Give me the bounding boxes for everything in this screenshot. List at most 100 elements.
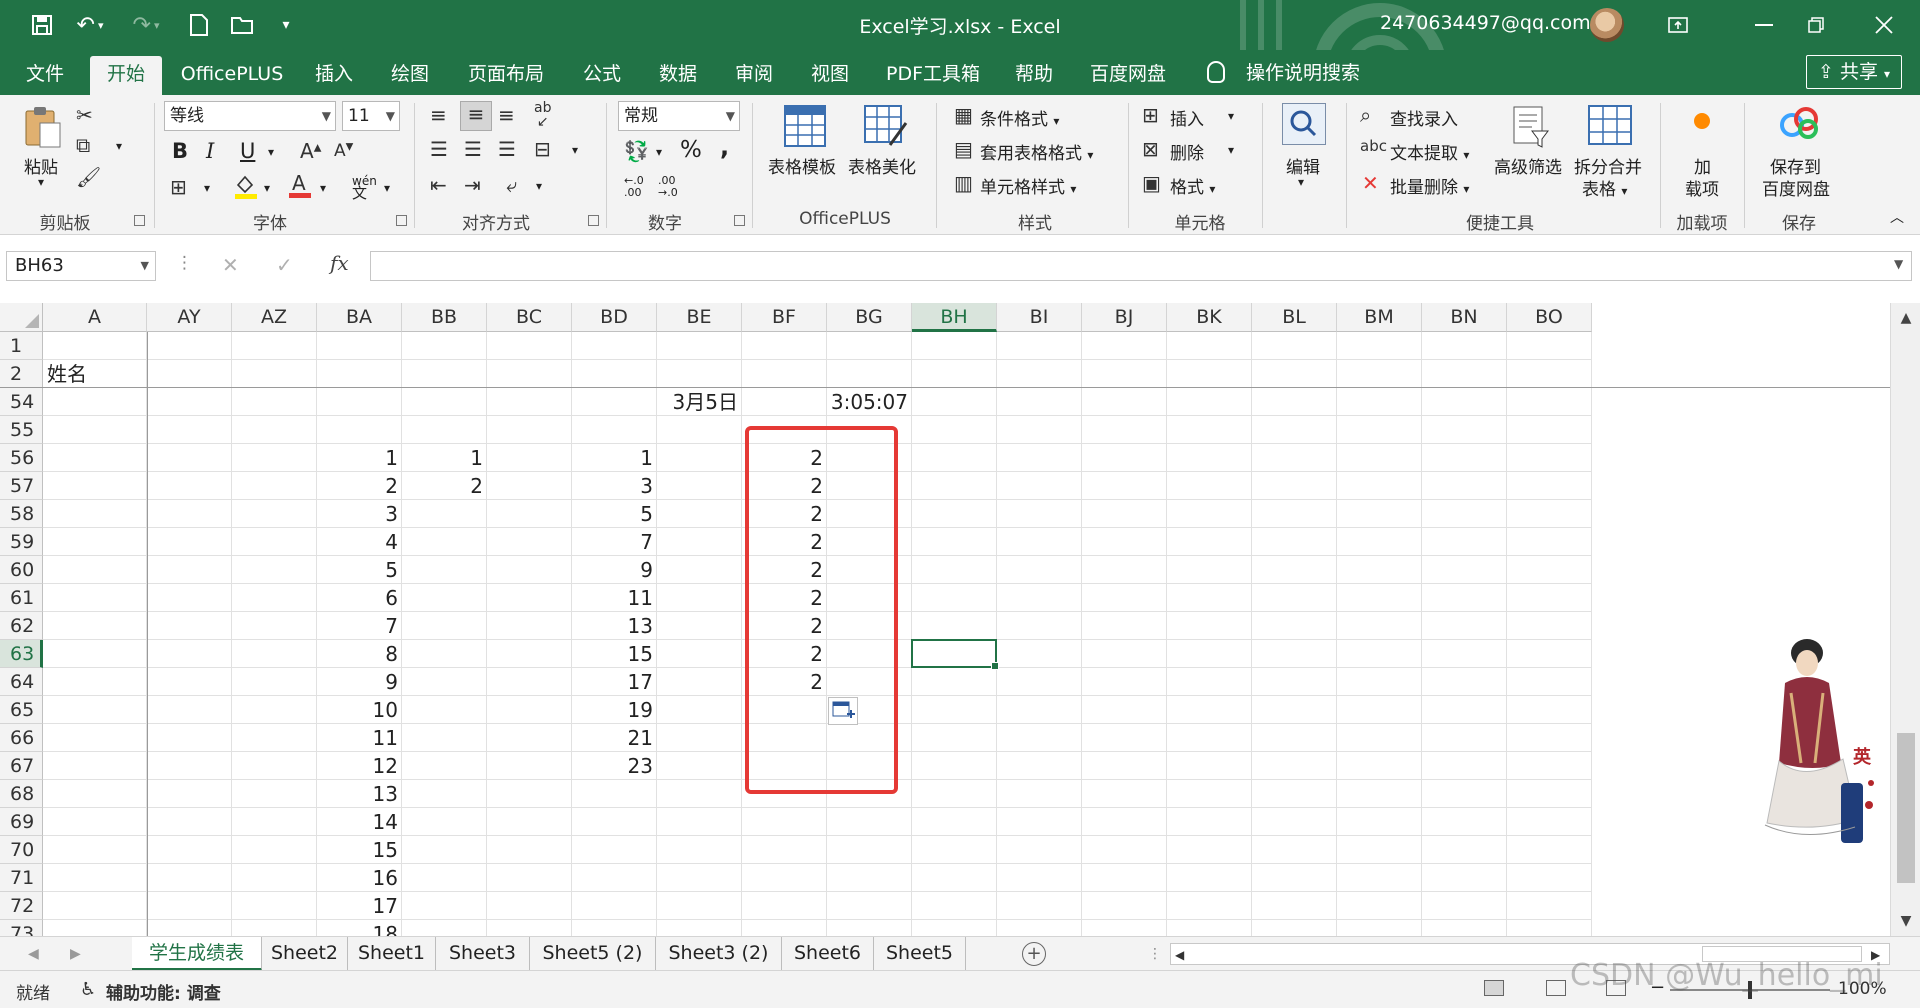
cell-ba67[interactable]: 12 xyxy=(317,752,402,780)
column-header-bj[interactable]: BJ xyxy=(1082,303,1167,332)
row-header-55[interactable]: 55 xyxy=(0,416,43,444)
undo-icon[interactable]: ↶ ▾ xyxy=(70,8,110,42)
column-header-ay[interactable]: AY xyxy=(147,303,232,332)
save-icon[interactable] xyxy=(26,8,58,42)
column-header-bh[interactable]: BH xyxy=(912,303,997,332)
copy-dropdown-icon[interactable]: ▾ xyxy=(116,139,122,153)
alignment-launcher-icon[interactable] xyxy=(588,215,599,226)
tab-baidu-netdisk[interactable]: 百度网盘 xyxy=(1080,56,1176,95)
column-header-bn[interactable]: BN xyxy=(1422,303,1507,332)
row-header-61[interactable]: 61 xyxy=(0,584,43,612)
column-header-be[interactable]: BE xyxy=(657,303,742,332)
avatar[interactable] xyxy=(1590,8,1624,42)
batch-delete-button[interactable]: 批量删除 ▾ xyxy=(1390,173,1469,198)
cell-be54[interactable]: 3月5日 xyxy=(657,388,742,416)
sheet-tab[interactable]: Sheet6 xyxy=(782,937,874,971)
cancel-icon[interactable]: ✕ xyxy=(222,253,239,277)
cell-bd64[interactable]: 17 xyxy=(572,668,657,696)
font-color-icon[interactable]: A xyxy=(288,171,312,204)
insert-dropdown-icon[interactable]: ▾ xyxy=(1228,109,1234,123)
add-sheet-icon[interactable]: + xyxy=(1022,942,1046,966)
row-header-2[interactable]: 2 xyxy=(0,360,43,388)
tab-officeplus[interactable]: OfficePLUS xyxy=(176,56,288,95)
column-header-bg[interactable]: BG xyxy=(827,303,912,332)
align-left-icon[interactable]: ☰ xyxy=(430,137,448,161)
row-header-59[interactable]: 59 xyxy=(0,528,43,556)
cell-ba60[interactable]: 5 xyxy=(317,556,402,584)
column-header-ba[interactable]: BA xyxy=(317,303,402,332)
italic-button[interactable]: I xyxy=(206,139,214,163)
redo-icon[interactable]: ↷ ▾ xyxy=(126,8,166,42)
copy-icon[interactable]: ⧉ xyxy=(76,133,90,157)
row-header-58[interactable]: 58 xyxy=(0,500,43,528)
scroll-up-icon[interactable]: ▲ xyxy=(1895,307,1917,329)
enter-icon[interactable]: ✓ xyxy=(276,253,293,277)
accounting-format-icon[interactable]: 💱 xyxy=(624,139,649,163)
text-extract-button[interactable]: 文本提取 ▾ xyxy=(1390,139,1469,164)
column-header-bo[interactable]: BO xyxy=(1507,303,1592,332)
row-header-69[interactable]: 69 xyxy=(0,808,43,836)
cell-bd58[interactable]: 5 xyxy=(572,500,657,528)
row-header-60[interactable]: 60 xyxy=(0,556,43,584)
cell-ba56[interactable]: 1 xyxy=(317,444,402,472)
next-sheet-icon[interactable]: ▶ xyxy=(70,937,81,971)
minimize-icon[interactable] xyxy=(1736,8,1792,42)
column-header-bb[interactable]: BB xyxy=(402,303,487,332)
sheet-tab[interactable]: Sheet3 (2) xyxy=(656,937,782,971)
prev-sheet-icon[interactable]: ◀ xyxy=(28,937,39,971)
cell-bg54[interactable]: 3:05:07 xyxy=(827,388,912,416)
sheet-tab[interactable]: Sheet5 xyxy=(874,937,966,971)
auto-fill-options-icon[interactable] xyxy=(828,697,858,725)
ribbon-display-options-icon[interactable] xyxy=(1650,8,1706,42)
cell-bb57[interactable]: 2 xyxy=(402,472,487,500)
cell-ba73[interactable]: 18 xyxy=(317,920,402,936)
hscroll-thumb[interactable] xyxy=(1702,946,1862,962)
cell-ba59[interactable]: 4 xyxy=(317,528,402,556)
decrease-decimal-icon[interactable]: .00 →.0 xyxy=(658,175,678,199)
phonetic-guide-icon[interactable]: wén 文 xyxy=(352,175,377,201)
new-file-icon[interactable] xyxy=(184,8,214,42)
cell-bd63[interactable]: 15 xyxy=(572,640,657,668)
collapse-ribbon-icon[interactable]: ︿ xyxy=(1890,207,1904,227)
align-middle-icon[interactable]: ≡ xyxy=(460,101,492,131)
find-entry-button[interactable]: 查找录入 xyxy=(1390,105,1458,130)
tab-data[interactable]: 数据 xyxy=(650,56,706,95)
horizontal-scrollbar[interactable]: ◀ ▶ xyxy=(1170,943,1890,965)
cell-ba72[interactable]: 17 xyxy=(317,892,402,920)
cell-bd60[interactable]: 9 xyxy=(572,556,657,584)
bold-button[interactable]: B xyxy=(172,139,188,163)
tab-pdf-tools[interactable]: PDF工具箱 xyxy=(878,56,988,95)
cell-ba58[interactable]: 3 xyxy=(317,500,402,528)
row-header-66[interactable]: 66 xyxy=(0,724,43,752)
increase-font-size-icon[interactable]: A▲ xyxy=(300,139,321,163)
decrease-font-size-icon[interactable]: A▼ xyxy=(334,141,353,161)
cell-bd56[interactable]: 1 xyxy=(572,444,657,472)
sheet-tab[interactable]: Sheet2 xyxy=(262,937,348,971)
cell-bd67[interactable]: 23 xyxy=(572,752,657,780)
row-header-68[interactable]: 68 xyxy=(0,780,43,808)
sheet-tab[interactable]: Sheet5 (2) xyxy=(530,937,656,971)
row-header-71[interactable]: 71 xyxy=(0,864,43,892)
row-header-64[interactable]: 64 xyxy=(0,668,43,696)
column-header-bm[interactable]: BM xyxy=(1337,303,1422,332)
restore-icon[interactable] xyxy=(1788,8,1844,42)
formula-input[interactable] xyxy=(370,251,1912,281)
conditional-formatting-button[interactable]: 条件格式 ▾ xyxy=(980,105,1059,130)
merge-center-icon[interactable]: ⊟ xyxy=(534,137,551,161)
insert-function-icon[interactable]: fx xyxy=(330,251,349,275)
accounting-dropdown-icon[interactable]: ▾ xyxy=(656,145,662,159)
increase-indent-icon[interactable]: ⇥ xyxy=(464,173,481,197)
cell-bd61[interactable]: 11 xyxy=(572,584,657,612)
cell-ba61[interactable]: 6 xyxy=(317,584,402,612)
increase-decimal-icon[interactable]: ←.0.00 xyxy=(624,175,644,199)
share-button[interactable]: ⇪ 共享 ▾ xyxy=(1806,55,1902,89)
sheet-tab[interactable]: Sheet3 xyxy=(436,937,530,971)
cell-styles-button[interactable]: 单元格样式 ▾ xyxy=(980,173,1076,198)
open-folder-icon[interactable] xyxy=(226,8,260,42)
delete-cells-button[interactable]: 删除 xyxy=(1170,139,1204,164)
close-icon[interactable] xyxy=(1856,8,1912,42)
row-header-57[interactable]: 57 xyxy=(0,472,43,500)
column-header-bd[interactable]: BD xyxy=(572,303,657,332)
clipboard-launcher-icon[interactable] xyxy=(134,215,145,226)
name-box[interactable]: BH63 ▼ xyxy=(6,251,156,281)
